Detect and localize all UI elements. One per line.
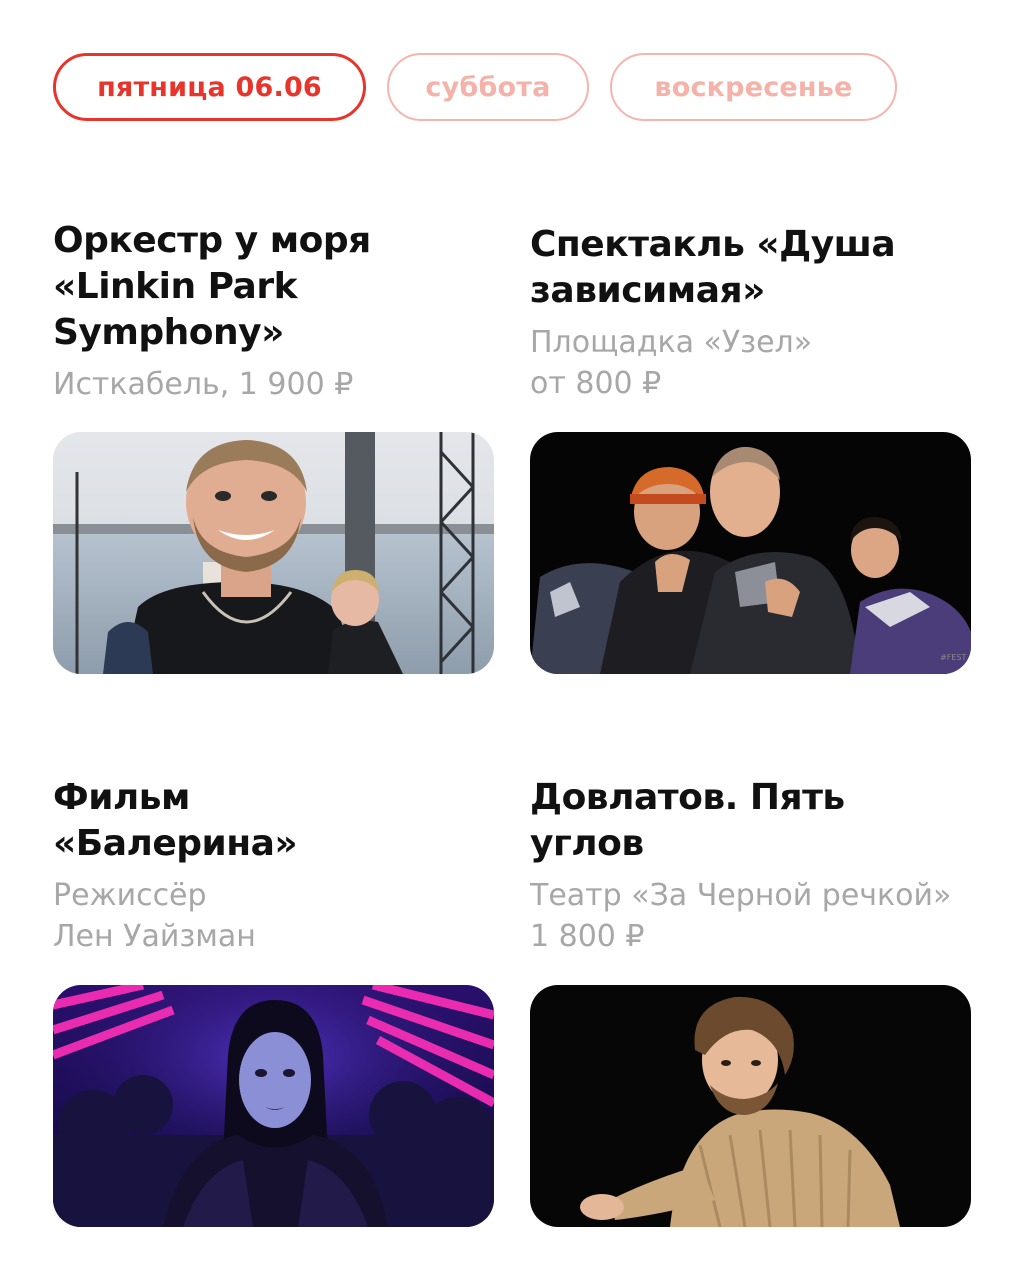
event-meta: Исткабель, 1 900 ₽	[53, 364, 494, 405]
event-venue: Театр «За Черной речкой»	[530, 878, 952, 913]
event-price: от 800 ₽	[530, 366, 662, 401]
tab-sunday[interactable]: воскресенье	[610, 53, 897, 121]
event-photo[interactable]	[53, 432, 494, 674]
tab-friday[interactable]: пятница 06.06	[53, 53, 366, 121]
event-director-label: Режиссёр	[53, 878, 207, 913]
svg-text:#FEST: #FEST	[940, 653, 966, 662]
event-title-line: «Балерина»	[53, 823, 298, 864]
event-photo[interactable]	[530, 985, 971, 1227]
event-card[interactable]: Довлатов. Пять углов Театр «За Черной ре…	[530, 775, 971, 957]
event-title-line: углов	[530, 823, 644, 864]
event-title-line: зависимая»	[530, 270, 765, 311]
event-title-line: Оркестр у моря	[53, 220, 371, 261]
event-meta: Театр «За Черной речкой» 1 800 ₽	[530, 875, 971, 957]
event-title: Довлатов. Пять углов	[530, 775, 971, 867]
theatre-actors-photo: #FEST	[530, 432, 971, 674]
event-meta: Площадка «Узел» от 800 ₽	[530, 322, 971, 404]
event-photo[interactable]: #FEST	[530, 432, 971, 674]
event-title-line: Фильм	[53, 777, 190, 818]
event-card[interactable]: Оркестр у моря «Linkin Park Symphony» Ис…	[53, 218, 494, 405]
event-title-line: Спектакль «Душа	[530, 224, 896, 265]
event-card[interactable]: Фильм «Балерина» Режиссёр Лен Уайзман	[53, 775, 494, 957]
event-meta: Режиссёр Лен Уайзман	[53, 875, 494, 957]
event-venue-price: Исткабель, 1 900 ₽	[53, 367, 354, 402]
tab-saturday[interactable]: суббота	[387, 53, 589, 121]
event-venue: Площадка «Узел»	[530, 325, 813, 360]
event-card[interactable]: Спектакль «Душа зависимая» Площадка «Узе…	[530, 222, 971, 404]
event-title-line: «Linkin Park	[53, 266, 298, 307]
event-title: Оркестр у моря «Linkin Park Symphony»	[53, 218, 494, 356]
event-price: 1 800 ₽	[530, 919, 645, 954]
event-title: Фильм «Балерина»	[53, 775, 494, 867]
event-photo[interactable]	[53, 985, 494, 1227]
actor-sweater-photo	[530, 985, 971, 1227]
event-title-line: Symphony»	[53, 312, 284, 353]
film-still-neon-photo	[53, 985, 494, 1227]
event-director-name: Лен Уайзман	[53, 919, 256, 954]
event-title-line: Довлатов. Пять	[530, 777, 845, 818]
orchestra-performer-photo	[53, 432, 494, 674]
day-tabs: пятница 06.06 суббота воскресенье	[53, 53, 897, 121]
event-title: Спектакль «Душа зависимая»	[530, 222, 971, 314]
